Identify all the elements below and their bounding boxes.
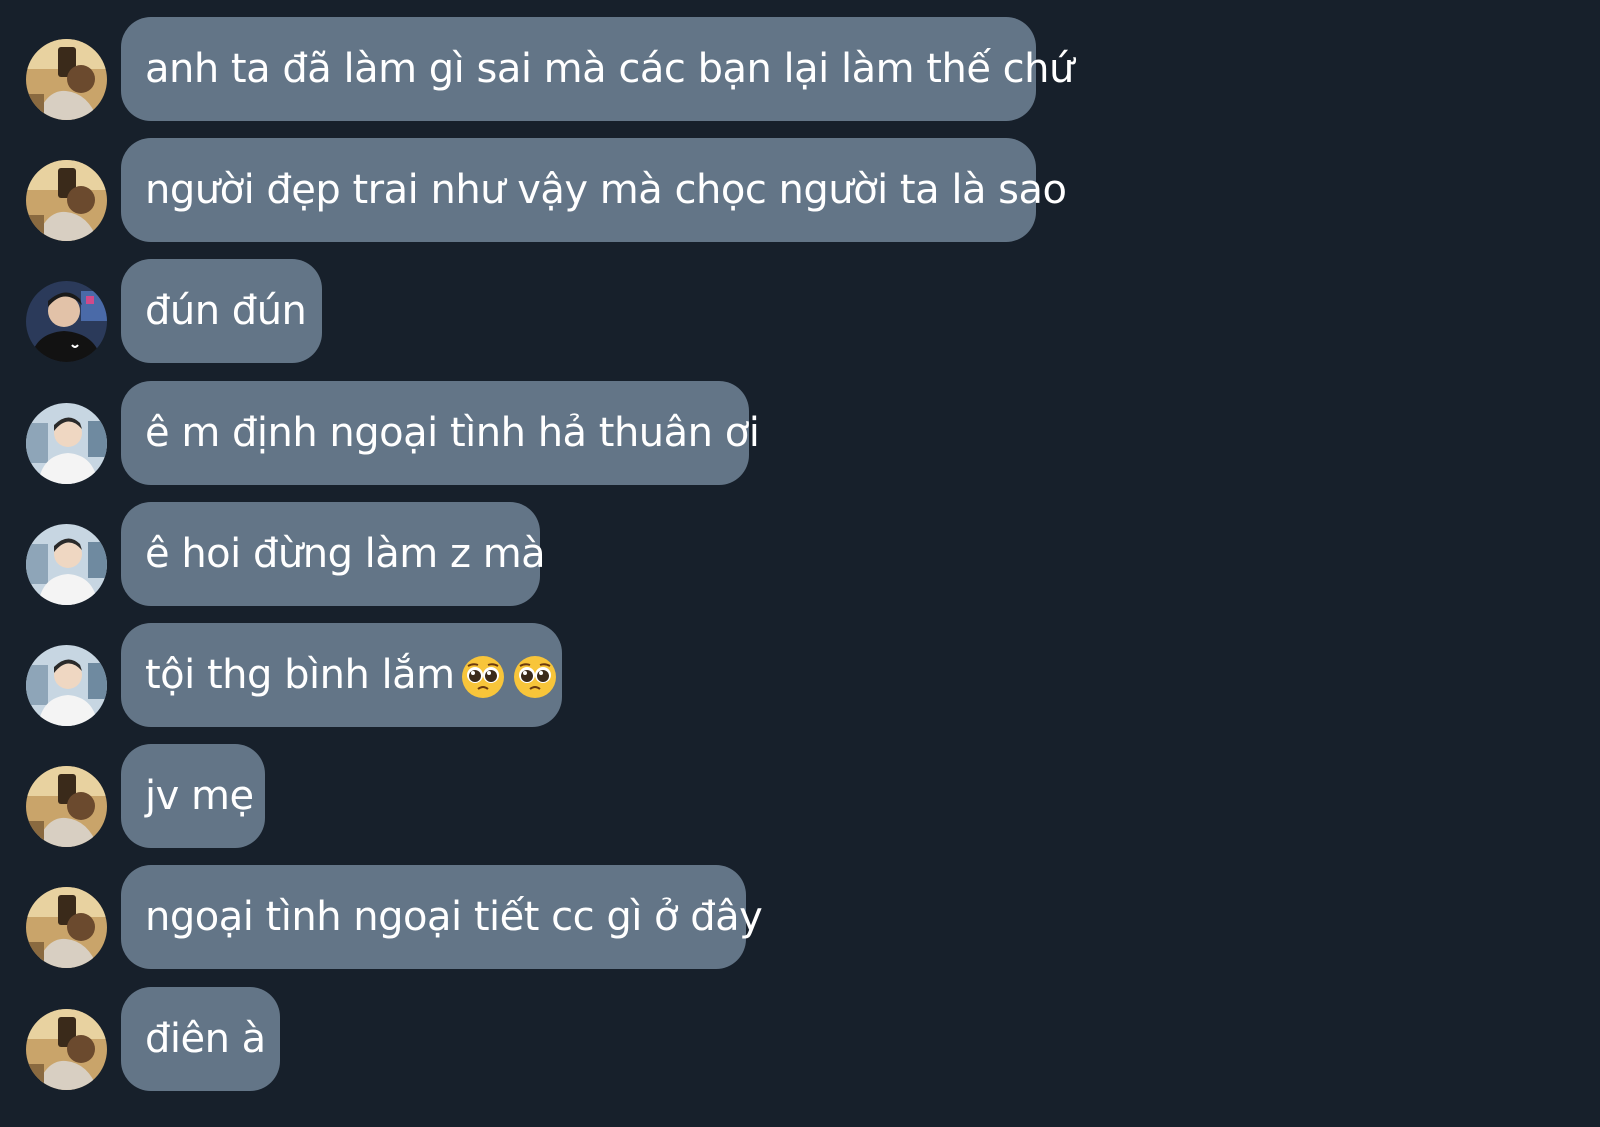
message-text: ngoại tình ngoại tiết cc gì ở đây [145,894,763,940]
chat-message-list: anh ta đã làm gì sai mà các bạn lại làm … [0,0,1600,1127]
avatar-girl-mirror-selfie[interactable] [26,160,107,241]
message-text: anh ta đã làm gì sai mà các bạn lại làm … [145,46,1074,92]
avatar-girl-mirror-selfie[interactable] [26,887,107,968]
message-text: đún đún [145,288,307,334]
avatar-boy-black-shirt[interactable] [26,281,107,362]
message-text: điên à [145,1016,266,1062]
message-bubble[interactable]: người đẹp trai như vậy mà chọc người ta … [121,138,1067,242]
message-text: người đẹp trai như vậy mà chọc người ta … [145,167,1067,213]
message-bubble[interactable]: ê m định ngoại tình hả thuân ơi [121,381,760,485]
message-bubble[interactable]: anh ta đã làm gì sai mà các bạn lại làm … [121,17,1074,121]
message-bubble[interactable]: điên à [121,987,280,1091]
message-bubble[interactable]: ngoại tình ngoại tiết cc gì ở đây [121,865,763,969]
avatar-boy-white-shirt[interactable] [26,645,107,726]
message-bubble[interactable]: tội thg bình lắm [121,623,562,727]
message-text: ê hoi đừng làm z mà [145,531,546,577]
avatar-girl-mirror-selfie[interactable] [26,766,107,847]
avatar-girl-mirror-selfie[interactable] [26,1009,107,1090]
message-text: jv mẹ [145,773,254,819]
pleading-face-emoji [459,653,507,701]
message-bubble[interactable]: đún đún [121,259,322,363]
message-bubble[interactable]: ê hoi đừng làm z mà [121,502,546,606]
avatar-boy-white-shirt[interactable] [26,524,107,605]
pleading-face-emoji [511,653,559,701]
message-text: ê m định ngoại tình hả thuân ơi [145,410,760,456]
message-bubble[interactable]: jv mẹ [121,744,265,848]
avatar-girl-mirror-selfie[interactable] [26,39,107,120]
message-text: tội thg bình lắm [145,652,455,698]
avatar-boy-white-shirt[interactable] [26,403,107,484]
